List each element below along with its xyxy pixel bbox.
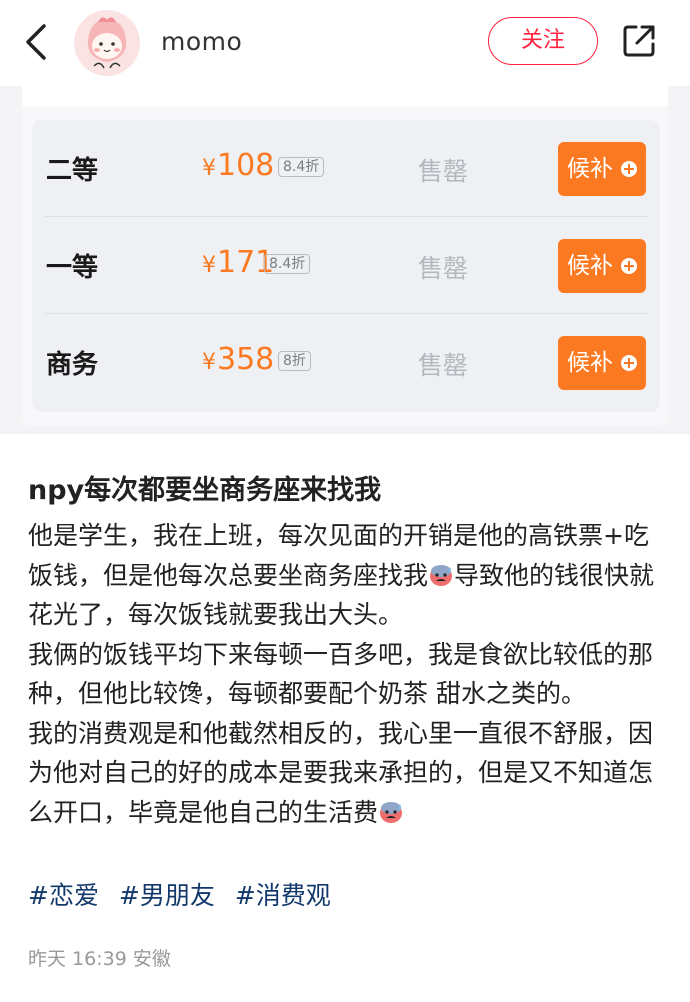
share-icon [623, 25, 655, 57]
fare-row: 二等 ¥108 8.4折 售罄 候补 [32, 120, 660, 217]
post-paragraph: 我的消费观是和他截然相反的，我心里一直很不舒服，因为他对自己的好的成本是要我来承… [28, 714, 668, 833]
waitlist-button[interactable]: 候补 [558, 239, 646, 293]
seat-class: 二等 [46, 156, 99, 186]
share-button[interactable] [620, 22, 658, 60]
seat-class: 商务 [46, 350, 99, 380]
plus-circle-icon [621, 355, 637, 371]
currency-symbol: ¥ [202, 350, 216, 375]
avatar-image [74, 10, 140, 76]
tag-link[interactable]: #消费观 [235, 881, 331, 910]
fare-table: 二等 ¥108 8.4折 售罄 候补 一等 ¥171 8.4折 售罄 候补 商务… [32, 120, 660, 412]
waitlist-button[interactable]: 候补 [558, 142, 646, 196]
chevron-left-icon [26, 24, 46, 60]
post-paragraph: 我俩的饭钱平均下来每顿一百多吧，我是食欲比较低的那种，但他比较馋，每顿都要配个奶… [28, 639, 654, 709]
fare-row: 商务 ¥358 8折 售罄 候补 [32, 314, 660, 411]
waitlist-label: 候补 [567, 156, 613, 182]
post-location: 安徽 [132, 948, 171, 970]
price-value: 358 [217, 342, 275, 377]
price: ¥108 [202, 148, 274, 183]
price: ¥358 [202, 342, 274, 377]
waitlist-button[interactable]: 候补 [558, 336, 646, 390]
top-bar: momo 关注 [0, 0, 690, 86]
discount-badge: 8.4折 [278, 157, 325, 177]
image-top-strip [22, 86, 668, 106]
sold-out-label: 售罄 [418, 351, 469, 380]
seat-class: 一等 [46, 253, 99, 283]
follow-button[interactable]: 关注 [488, 17, 598, 65]
discount-badge: 8.4折 [264, 254, 311, 274]
post-time: 昨天 16:39 [28, 948, 127, 970]
sold-out-label: 售罄 [418, 254, 469, 283]
post-paragraph: 他是学生，我在上班，每次见面的开销是他的高铁票+吃饭钱，但是他每次总要坐商务座找… [28, 516, 668, 635]
back-button[interactable] [22, 22, 52, 62]
waitlist-label: 候补 [567, 253, 613, 279]
currency-symbol: ¥ [202, 253, 216, 278]
tag-list: #恋爱 #男朋友 #消费观 [28, 876, 343, 912]
currency-symbol: ¥ [202, 156, 216, 181]
post-title: npy每次都要坐商务座来找我 [28, 475, 382, 506]
sweat-face-emoji-icon [430, 564, 453, 586]
discount-badge: 8折 [278, 351, 311, 371]
waitlist-label: 候补 [567, 350, 613, 376]
username[interactable]: momo [161, 27, 242, 56]
tag-link[interactable]: #男朋友 [119, 881, 215, 910]
tag-link[interactable]: #恋爱 [28, 881, 99, 910]
sweat-face-emoji-icon [380, 801, 403, 823]
fare-row: 一等 ¥171 8.4折 售罄 候补 [32, 217, 660, 314]
avatar[interactable] [74, 10, 140, 76]
plus-circle-icon [621, 258, 637, 274]
post-meta: 昨天 16:39 安徽 [28, 944, 171, 971]
plus-circle-icon [621, 161, 637, 177]
sold-out-label: 售罄 [418, 157, 469, 186]
post-text: 我的消费观是和他截然相反的，我心里一直很不舒服，因为他对自己的好的成本是要我来承… [28, 718, 654, 827]
price-value: 108 [217, 148, 275, 183]
post-body: 他是学生，我在上班，每次见面的开销是他的高铁票+吃饭钱，但是他每次总要坐商务座找… [28, 516, 668, 832]
